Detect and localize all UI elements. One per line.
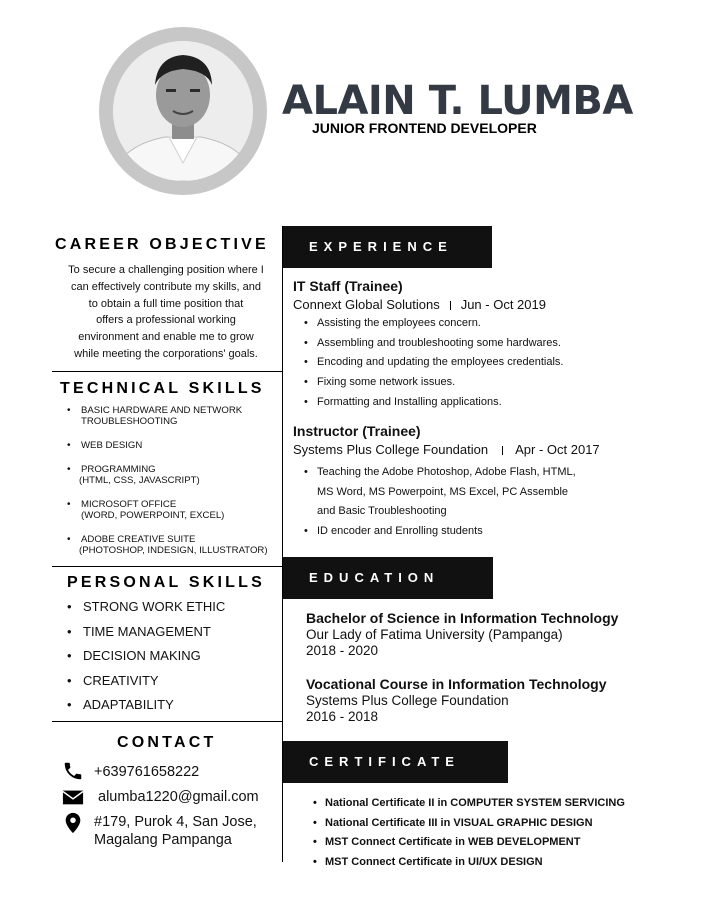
list-item: National Certificate II in COMPUTER SYST… bbox=[312, 794, 625, 814]
address-line: #179, Purok 4, San Jose, bbox=[94, 814, 257, 830]
contact-heading: CONTACT bbox=[117, 734, 217, 751]
objective-line: environment and enable me to grow bbox=[78, 331, 254, 344]
technical-skills-list: BASIC HARDWARE AND NETWORKTROUBLESHOOTIN… bbox=[66, 405, 282, 569]
list-item: CREATIVITY bbox=[66, 672, 225, 697]
objective-line: To secure a challenging position where I bbox=[68, 264, 264, 276]
address-line: Magalang Pampanga bbox=[94, 832, 232, 848]
certificate-list: National Certificate II in COMPUTER SYST… bbox=[312, 794, 625, 873]
list-item: Assisting the employees concern. bbox=[303, 314, 563, 334]
objective-line: to obtain a full time position that bbox=[88, 297, 244, 310]
list-item: Encoding and updating the employees cred… bbox=[303, 353, 563, 373]
objective-line: can effectively contribute my skills, an… bbox=[71, 280, 261, 293]
location-icon bbox=[65, 812, 81, 834]
list-item: MST Connect Certificate in UI/UX DESIGN bbox=[312, 853, 625, 873]
candidate-name: ALAIN T. LUMBA bbox=[282, 78, 633, 124]
list-item: Formatting and Installing applications. bbox=[303, 393, 563, 413]
phone-number[interactable]: +639761658222 bbox=[94, 764, 199, 780]
list-item: BASIC HARDWARE AND NETWORKTROUBLESHOOTIN… bbox=[66, 405, 282, 427]
phone-icon bbox=[64, 762, 82, 780]
section-divider bbox=[52, 371, 282, 372]
education-heading: EDUCATION bbox=[283, 557, 493, 599]
list-item: MICROSOFT OFFICE(WORD, POWERPOINT, EXCEL… bbox=[66, 499, 282, 521]
list-item: Teaching the Adobe Photoshop, Adobe Flas… bbox=[303, 463, 576, 522]
list-item: Fixing some network issues. bbox=[303, 373, 563, 393]
career-objective-text: To secure a challenging position where I… bbox=[52, 262, 280, 363]
contact-phone: +639761658222 bbox=[62, 760, 199, 782]
job-duties-list: Teaching the Adobe Photoshop, Adobe Flas… bbox=[303, 463, 576, 542]
list-item: ID encoder and Enrolling students bbox=[303, 522, 576, 542]
contact-email: alumba1220@gmail.com bbox=[62, 786, 259, 808]
job-title: Instructor (Trainee) bbox=[293, 423, 421, 439]
objective-line: offers a professional working bbox=[96, 314, 236, 327]
career-objective-heading: CAREER OBJECTIVE bbox=[55, 236, 269, 253]
list-item: ADAPTABILITY bbox=[66, 696, 225, 721]
email-address[interactable]: alumba1220@gmail.com bbox=[98, 789, 259, 805]
section-divider bbox=[52, 721, 282, 722]
list-item: ADOBE CREATIVE SUITE(PHOTOSHOP, INDESIGN… bbox=[66, 534, 282, 556]
job-title: IT Staff (Trainee) bbox=[293, 278, 403, 294]
contact-address: #179, Purok 4, San Jose, Magalang Pampan… bbox=[62, 812, 257, 849]
experience-heading: EXPERIENCE bbox=[283, 226, 492, 268]
section-divider bbox=[52, 566, 282, 567]
job-org: Systems Plus College Foundation Apr - Oct… bbox=[293, 442, 600, 457]
person-portrait-icon bbox=[113, 41, 253, 181]
job-org: Connext Global Solutions Jun - Oct 2019 bbox=[293, 297, 546, 312]
list-item: DECISION MAKING bbox=[66, 647, 225, 672]
list-item: National Certificate III in VISUAL GRAPH… bbox=[312, 814, 625, 834]
job-duties-list: Assisting the employees concern. Assembl… bbox=[303, 314, 563, 413]
certificate-heading: CERTIFICATE bbox=[283, 741, 508, 783]
technical-skills-heading: TECHNICAL SKILLS bbox=[60, 380, 265, 397]
education-entry: Bachelor of Science in Information Techn… bbox=[306, 610, 619, 658]
email-icon bbox=[62, 790, 84, 805]
list-item: PROGRAMMING(HTML, CSS, JAVASCRIPT) bbox=[66, 464, 282, 486]
list-item: TIME MANAGEMENT bbox=[66, 623, 225, 648]
profile-photo bbox=[113, 41, 253, 181]
candidate-role: JUNIOR FRONTEND DEVELOPER bbox=[312, 120, 537, 136]
personal-skills-heading: PERSONAL SKILLS bbox=[67, 574, 265, 591]
list-item: STRONG WORK ETHIC bbox=[66, 598, 225, 623]
objective-line: while meeting the corporations' goals. bbox=[74, 347, 258, 360]
list-item: MST Connect Certificate in WEB DEVELOPME… bbox=[312, 833, 625, 853]
list-item: WEB DESIGN bbox=[66, 440, 282, 451]
list-item: Assembling and troubleshooting some hard… bbox=[303, 334, 563, 354]
education-entry: Vocational Course in Information Technol… bbox=[306, 676, 607, 724]
personal-skills-list: STRONG WORK ETHIC TIME MANAGEMENT DECISI… bbox=[66, 598, 225, 721]
